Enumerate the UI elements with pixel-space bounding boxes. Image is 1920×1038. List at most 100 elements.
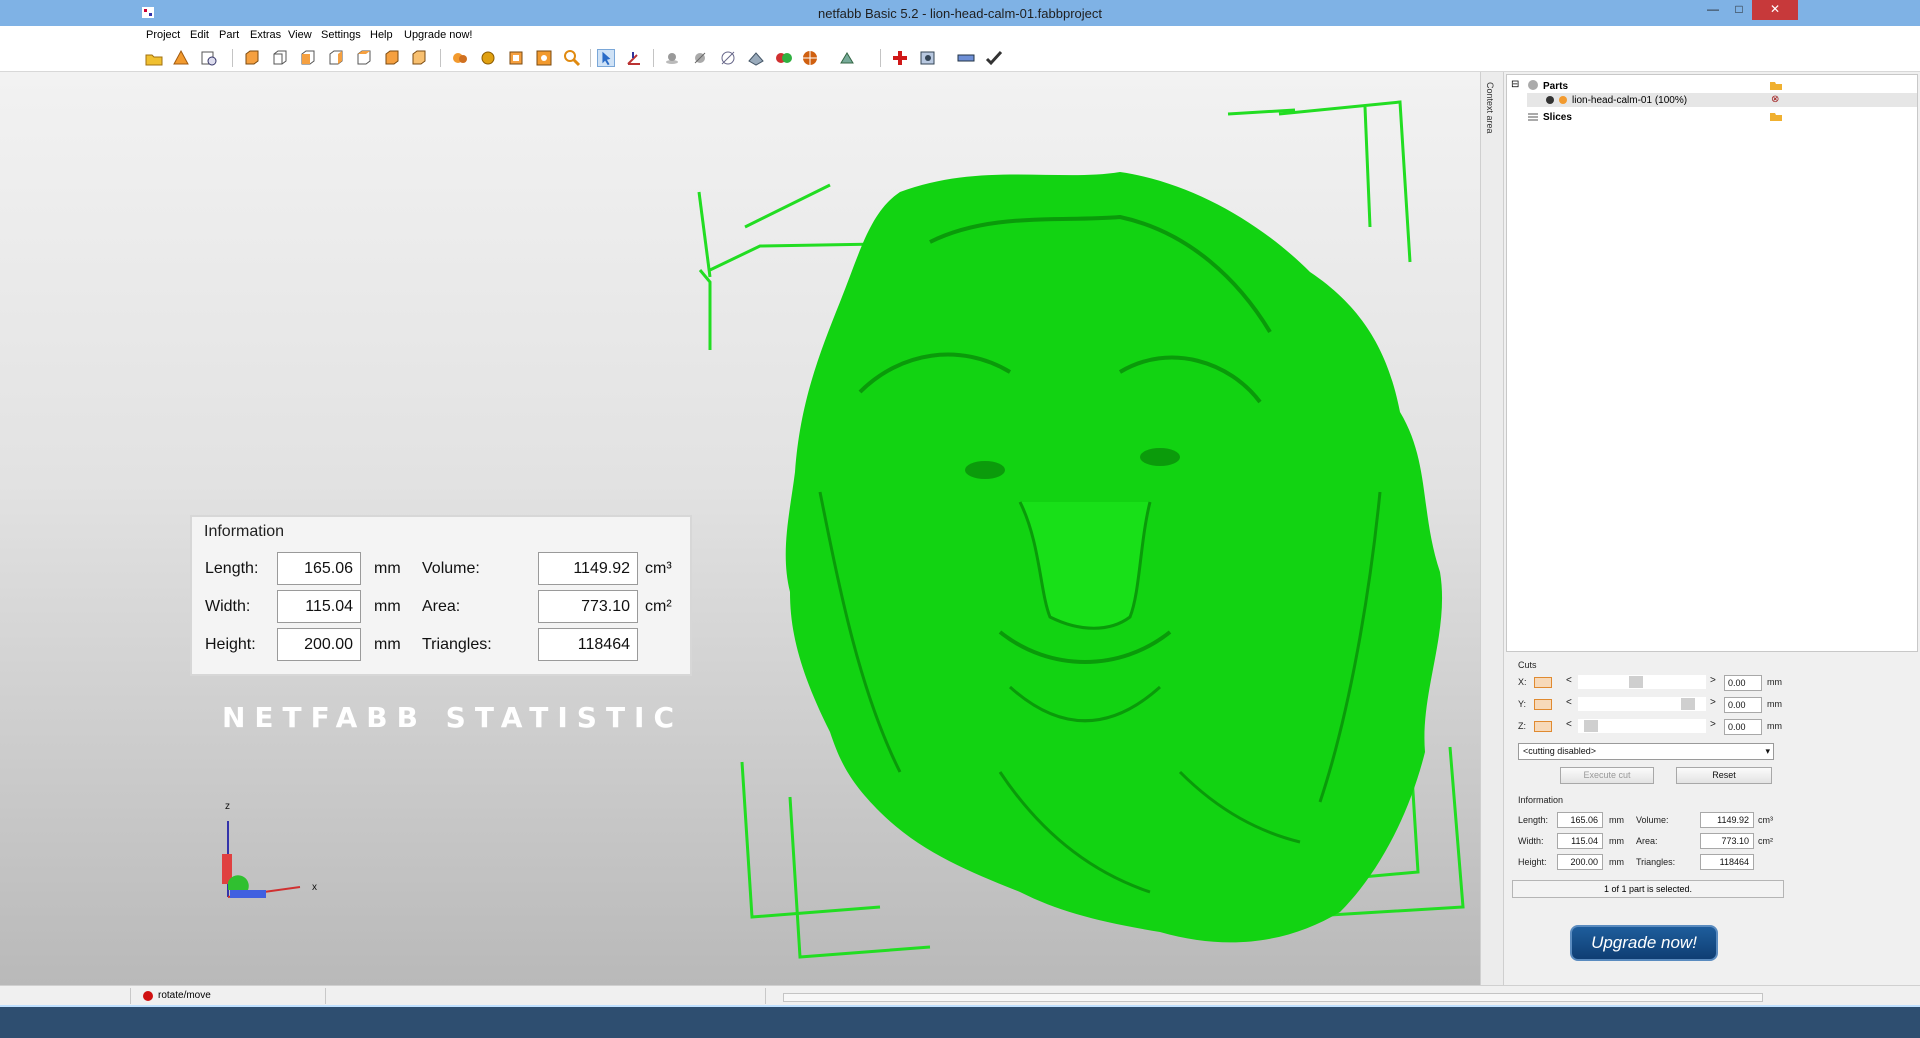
shade-icon[interactable] bbox=[663, 49, 681, 67]
view-bottom-icon[interactable] bbox=[383, 49, 401, 67]
settings-icon[interactable] bbox=[919, 49, 937, 67]
check-icon[interactable] bbox=[985, 49, 1003, 67]
cut-z-right[interactable]: > bbox=[1710, 719, 1716, 730]
menu-extras[interactable]: Extras bbox=[250, 29, 281, 41]
area-unit: cm² bbox=[645, 598, 672, 615]
toolbar bbox=[0, 44, 1920, 72]
cut-x-left[interactable]: < bbox=[1566, 675, 1572, 686]
analyze-icon[interactable] bbox=[747, 49, 765, 67]
cut-y-label: Y: bbox=[1518, 699, 1527, 709]
axis-x-label: x bbox=[312, 882, 317, 893]
volume-label: Volume: bbox=[422, 560, 480, 577]
cut-z-left[interactable]: < bbox=[1566, 719, 1572, 730]
side-information-title: Information bbox=[1518, 795, 1564, 805]
search-icon[interactable] bbox=[563, 49, 581, 67]
menu-view[interactable]: View bbox=[288, 29, 312, 41]
length-label: Length: bbox=[205, 560, 259, 577]
visibility-icon[interactable] bbox=[1545, 95, 1555, 105]
view-top-icon[interactable] bbox=[355, 49, 373, 67]
cut-z-swatch[interactable] bbox=[1534, 721, 1552, 732]
menu-project[interactable]: Project bbox=[146, 29, 180, 41]
volume-unit: cm³ bbox=[645, 560, 672, 577]
cut-y-thumb[interactable] bbox=[1681, 698, 1695, 710]
tree-slices[interactable]: Slices bbox=[1543, 112, 1572, 123]
menu-settings[interactable]: Settings bbox=[321, 29, 361, 41]
repair-icon[interactable] bbox=[891, 49, 909, 67]
view-right-icon[interactable] bbox=[327, 49, 345, 67]
select-pointer-icon[interactable] bbox=[597, 49, 615, 67]
height-unit: mm bbox=[374, 636, 401, 653]
side-volume-value: 1149.92 bbox=[1700, 812, 1754, 828]
transform-icon[interactable] bbox=[838, 49, 856, 67]
cut-y-right[interactable]: > bbox=[1710, 697, 1716, 708]
width-unit: mm bbox=[374, 598, 401, 615]
view-front-icon[interactable] bbox=[243, 49, 261, 67]
reset-button[interactable]: Reset bbox=[1676, 767, 1772, 784]
side-width-label: Width: bbox=[1518, 836, 1544, 846]
maximize-button[interactable]: □ bbox=[1726, 0, 1752, 20]
open-project-icon[interactable] bbox=[145, 49, 163, 67]
folder-icon[interactable] bbox=[1769, 80, 1783, 91]
menu-upgrade[interactable]: Upgrade now! bbox=[404, 29, 473, 41]
execute-cut-button[interactable]: Execute cut bbox=[1560, 767, 1654, 784]
slices-folder-icon[interactable] bbox=[1769, 111, 1783, 122]
cut-y-value[interactable]: 0.00 bbox=[1724, 697, 1762, 713]
globe-icon[interactable] bbox=[801, 49, 819, 67]
remove-part-icon[interactable]: ⊗ bbox=[1771, 94, 1779, 105]
project-tree: ⊟ Parts lion-head-calm-01 (100%) ⊗ Slice… bbox=[1506, 74, 1918, 652]
status-mode: rotate/move bbox=[158, 990, 211, 1001]
side-area-unit: cm² bbox=[1758, 836, 1773, 846]
history-icon[interactable] bbox=[200, 49, 218, 67]
ruler-icon[interactable] bbox=[957, 49, 975, 67]
cut-mode-select[interactable]: <cutting disabled> ▾ bbox=[1518, 743, 1774, 760]
add-part-icon[interactable] bbox=[172, 49, 190, 67]
color-icon[interactable] bbox=[775, 49, 793, 67]
cut-x-right[interactable]: > bbox=[1710, 675, 1716, 686]
zoom-all-icon[interactable] bbox=[507, 49, 525, 67]
cut-x-thumb[interactable] bbox=[1629, 676, 1643, 688]
cut-z-value[interactable]: 0.00 bbox=[1724, 719, 1762, 735]
view-iso-icon[interactable] bbox=[410, 49, 428, 67]
view-back-icon[interactable] bbox=[271, 49, 289, 67]
volume-value: 1149.92 bbox=[538, 552, 638, 585]
render-solid-icon[interactable] bbox=[479, 49, 497, 67]
cut-y-swatch[interactable] bbox=[1534, 699, 1552, 710]
side-length-unit: mm bbox=[1609, 815, 1624, 825]
upgrade-now-button[interactable]: Upgrade now! bbox=[1570, 925, 1718, 961]
cut-z-thumb[interactable] bbox=[1584, 720, 1598, 732]
view-left-icon[interactable] bbox=[299, 49, 317, 67]
menu-help[interactable]: Help bbox=[370, 29, 393, 41]
lion-head-model[interactable] bbox=[785, 172, 1443, 943]
minimize-button[interactable]: — bbox=[1700, 0, 1726, 20]
tree-parts[interactable]: Parts bbox=[1543, 81, 1568, 92]
information-panel: Information Length: 165.06 mm Volume: 11… bbox=[190, 515, 692, 676]
area-label: Area: bbox=[422, 598, 461, 615]
cut-x-swatch[interactable] bbox=[1534, 677, 1552, 688]
measure-icon[interactable] bbox=[719, 49, 737, 67]
cut-z-slider[interactable] bbox=[1578, 719, 1706, 733]
progress-bar bbox=[783, 993, 1763, 1002]
tree-collapse-icon[interactable]: ⊟ bbox=[1511, 79, 1519, 90]
side-volume-unit: cm³ bbox=[1758, 815, 1773, 825]
tree-part-item[interactable]: lion-head-calm-01 (100%) bbox=[1572, 95, 1687, 106]
rotate-icon[interactable] bbox=[625, 49, 643, 67]
shade-smooth-icon[interactable] bbox=[691, 49, 709, 67]
render-spheres-icon[interactable] bbox=[451, 49, 469, 67]
menu-edit[interactable]: Edit bbox=[190, 29, 209, 41]
window-title: netfabb Basic 5.2 - lion-head-calm-01.fa… bbox=[818, 5, 1102, 21]
cut-x-label: X: bbox=[1518, 677, 1527, 687]
3d-viewport[interactable]: z x Information Length: 165.06 mm Volume… bbox=[0, 72, 1480, 985]
cut-x-slider[interactable] bbox=[1578, 675, 1706, 689]
context-area-strip[interactable]: Context area bbox=[1480, 72, 1504, 985]
menu-part[interactable]: Part bbox=[219, 29, 239, 41]
cut-y-slider[interactable] bbox=[1578, 697, 1706, 711]
zoom-selection-icon[interactable] bbox=[535, 49, 553, 67]
slices-icon bbox=[1528, 113, 1538, 121]
axis-z-label: z bbox=[225, 801, 230, 812]
cut-y-left[interactable]: < bbox=[1566, 697, 1572, 708]
cut-x-value[interactable]: 0.00 bbox=[1724, 675, 1762, 691]
menu-bar: Project Edit Part Extras View Settings H… bbox=[0, 26, 1920, 44]
close-button[interactable]: ✕ bbox=[1752, 0, 1798, 20]
side-area-value: 773.10 bbox=[1700, 833, 1754, 849]
side-height-value: 200.00 bbox=[1557, 854, 1603, 870]
